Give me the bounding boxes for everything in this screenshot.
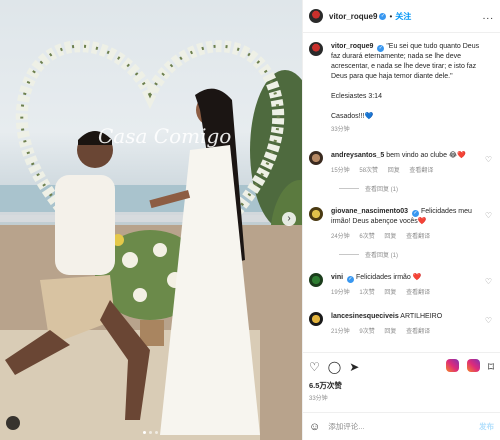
more-options-icon[interactable]: ... — [483, 11, 494, 22]
view-replies-label[interactable]: 查看回复 (1) — [365, 184, 398, 193]
carousel-dot — [155, 431, 158, 434]
post-comment-button[interactable]: 发布 — [479, 421, 494, 432]
comment-meta: 24分钟 6次赞 回复 查看翻译 — [331, 232, 483, 242]
likes-count[interactable]: 6.5万次赞 — [309, 380, 494, 391]
comment-body: lancesinesqueciveis ARTILHEIRO 21分钟 9次赞 … — [331, 312, 483, 337]
heart-icon[interactable]: ♡ — [485, 155, 492, 164]
emoji-icon[interactable]: ☺ — [309, 421, 320, 433]
follow-button[interactable]: 关注 — [395, 11, 411, 22]
ig-badge-icon[interactable] — [466, 359, 480, 375]
comment-username[interactable]: giovane_nascimento03 — [331, 208, 408, 215]
post-header: vitor_roque9 ✓ • 关注 ... — [303, 0, 500, 33]
caption: vitor_roque9 ✓ "Eu sei que tudo quanto D… — [309, 42, 494, 135]
save-icon[interactable]: ⌑ — [488, 360, 494, 374]
tagged-people-icon[interactable] — [6, 416, 20, 430]
comment-meta: 15分钟 58次赞 回复 查看翻译 — [331, 166, 483, 176]
caption-body: vitor_roque9 ✓ "Eu sei que tudo quanto D… — [331, 42, 483, 135]
translate-button[interactable]: 查看翻译 — [406, 290, 430, 296]
comments-list: vitor_roque9 ✓ "Eu sei que tudo quanto D… — [303, 34, 500, 352]
view-replies-label[interactable]: 查看回复 (1) — [365, 250, 398, 259]
comment-text: ARTILHEIRO — [400, 313, 443, 320]
verified-badge-icon: ✓ — [377, 45, 385, 52]
verified-badge-icon: ✓ — [411, 210, 419, 217]
view-replies-button[interactable]: 查看回复 (1) — [339, 250, 494, 259]
reply-button[interactable]: 回复 — [384, 234, 396, 240]
avatar[interactable] — [309, 273, 323, 287]
comment-body: vini ✓ Felicidades irmão ❤️ 19分钟 1次赞 回复 … — [331, 273, 483, 298]
comment-username[interactable]: vini — [331, 274, 343, 281]
reply-button[interactable]: 回复 — [384, 329, 396, 335]
translate-button[interactable]: 查看翻译 — [406, 234, 430, 240]
verified-badge-icon: ✓ — [379, 12, 387, 20]
avatar[interactable] — [309, 42, 323, 56]
comment-item: giovane_nascimento03 ✓ Felicidades meu i… — [309, 207, 494, 242]
comment-likes[interactable]: 1次赞 — [359, 290, 374, 296]
comment-time: 24分钟 — [331, 234, 350, 240]
add-comment-input[interactable]: 添加评论... — [328, 421, 364, 432]
verified-badge-icon: ✓ — [347, 276, 355, 283]
comment-body: giovane_nascimento03 ✓ Felicidades meu i… — [331, 207, 483, 242]
heart-icon[interactable]: ♡ — [485, 211, 492, 220]
carousel-dot — [149, 431, 152, 434]
carousel-dot — [143, 431, 146, 434]
comment-meta: 19分钟 1次赞 回复 查看翻译 — [331, 288, 483, 298]
reply-line — [339, 188, 359, 189]
comment-body: andreysantos_5 bem vindo ao clube 😂❤️ 15… — [331, 151, 483, 176]
view-replies-button[interactable]: 查看回复 (1) — [339, 184, 494, 193]
avatar[interactable] — [309, 312, 323, 326]
post-photo: Casa Comigo › — [0, 0, 302, 440]
comment-text: Felicidades irmão ❤️ — [355, 274, 422, 281]
add-comment-bar: ☺ 添加评论... 发布 — [303, 412, 500, 440]
comment-likes[interactable]: 9次赞 — [359, 329, 374, 335]
avatar[interactable] — [309, 207, 323, 221]
next-photo-button[interactable]: › — [282, 212, 296, 226]
heart-icon[interactable]: ♡ — [485, 277, 492, 286]
translate-button[interactable]: 查看翻译 — [406, 329, 430, 335]
reply-button[interactable]: 回复 — [384, 290, 396, 296]
heart-icon[interactable]: ♡ — [309, 360, 320, 374]
share-icon[interactable]: ➤ — [349, 360, 359, 374]
reply-line — [339, 254, 359, 255]
dot-separator: • — [389, 11, 393, 21]
caption-time: 33分钟 — [331, 127, 350, 133]
post-actions: ♡ ◯ ➤ ⌑ 6.5万次赞 33分钟 — [303, 352, 500, 408]
comment-likes[interactable]: 58次赞 — [359, 168, 378, 174]
carousel-dots — [143, 431, 158, 434]
comment-time: 19分钟 — [331, 290, 350, 296]
avatar[interactable] — [309, 9, 323, 23]
comment-item: vini ✓ Felicidades irmão ❤️ 19分钟 1次赞 回复 … — [309, 273, 494, 298]
comment-item: lancesinesqueciveis ARTILHEIRO 21分钟 9次赞 … — [309, 312, 494, 337]
heart-icon[interactable]: ♡ — [485, 316, 492, 325]
action-icons: ♡ ◯ ➤ ⌑ — [309, 359, 494, 375]
comment-item: andreysantos_5 bem vindo ao clube 😂❤️ 15… — [309, 151, 494, 176]
comment-username[interactable]: andreysantos_5 — [331, 152, 384, 159]
comment-time: 21分钟 — [331, 329, 350, 335]
comment-username[interactable]: lancesinesqueciveis — [331, 313, 399, 320]
reply-button[interactable]: 回复 — [388, 168, 400, 174]
post-date: 33分钟 — [309, 396, 328, 402]
photo-sign-text: Casa Comigo — [98, 124, 231, 148]
avatar[interactable] — [309, 151, 323, 165]
caption-reference: Eclesiastes 3:14 — [331, 93, 382, 100]
caption-extra: Casados!!!💙 — [331, 113, 374, 120]
comment-time: 15分钟 — [331, 168, 350, 174]
post-side-panel: vitor_roque9 ✓ • 关注 ... vitor_roque9 ✓ "… — [302, 0, 500, 440]
header-username[interactable]: vitor_roque9 — [329, 12, 377, 21]
comment-likes[interactable]: 6次赞 — [359, 234, 374, 240]
translate-button[interactable]: 查看翻译 — [409, 168, 433, 174]
comment-text: bem vindo ao clube 😂❤️ — [386, 152, 466, 159]
photo-illustration: Casa Comigo — [0, 40, 302, 440]
caption-username[interactable]: vitor_roque9 — [331, 43, 373, 50]
comment-icon[interactable]: ◯ — [328, 360, 341, 374]
ig-badge-icon[interactable] — [445, 359, 459, 375]
comment-meta: 21分钟 9次赞 回复 查看翻译 — [331, 327, 483, 337]
